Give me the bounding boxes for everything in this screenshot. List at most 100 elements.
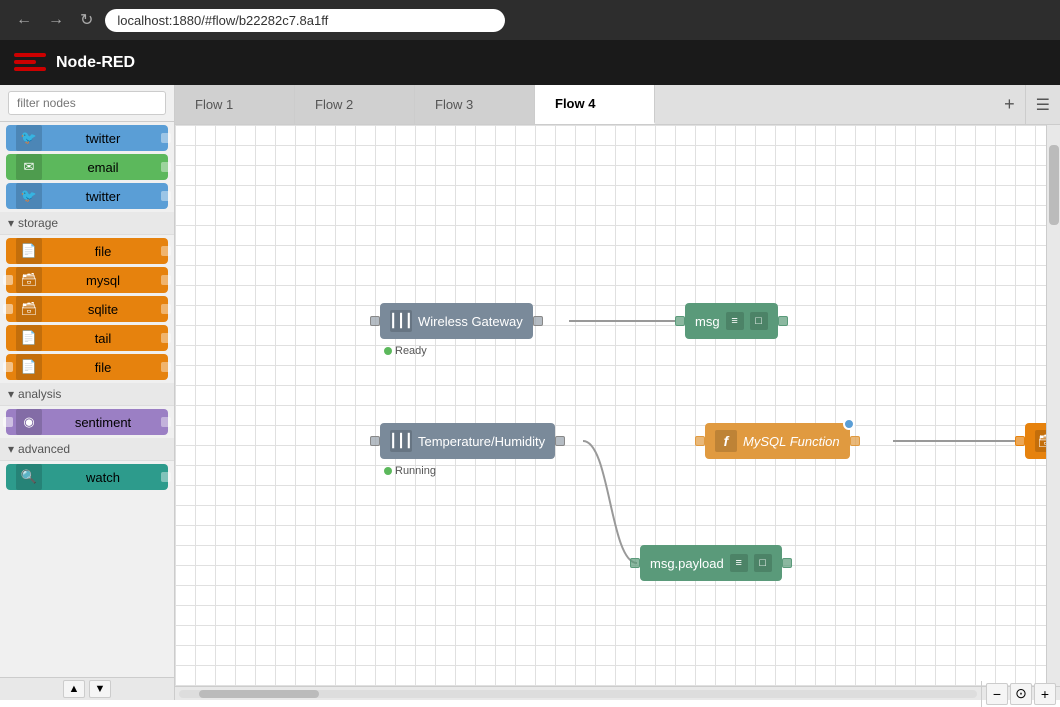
temp-humidity-inner: ┃┃┃ Temperature/Humidity: [380, 423, 555, 459]
temp-humidity-icon: ┃┃┃: [390, 430, 412, 452]
sqlite-label: sqlite: [48, 302, 158, 317]
sidebar-node-file1[interactable]: 📄 file: [6, 238, 168, 264]
msg-payload-label: msg.payload: [650, 556, 724, 571]
file1-label: file: [48, 244, 158, 259]
sidebar-node-twitter2[interactable]: 🐦 twitter: [6, 183, 168, 209]
mysql-db-node[interactable]: 🗃 mysql: [1015, 423, 1046, 459]
tab-flow2[interactable]: Flow 2: [295, 85, 415, 124]
sidebar-node-tail[interactable]: 📄 tail: [6, 325, 168, 351]
address-bar[interactable]: localhost:1880/#flow/b22282c7.8a1ff: [105, 9, 505, 32]
mysql-function-icon: f: [715, 430, 737, 452]
file2-port-right[interactable]: [161, 362, 171, 372]
mysql-function-port-left[interactable]: [695, 436, 705, 446]
logo-line-3: [14, 67, 46, 71]
zoom-in-button[interactable]: +: [1034, 683, 1056, 705]
mysql-function-node[interactable]: f MySQL Function: [695, 423, 860, 459]
mysql-port-left[interactable]: [3, 275, 13, 285]
temp-humidity-port-left[interactable]: [370, 436, 380, 446]
forward-button[interactable]: →: [44, 9, 68, 31]
msg-payload-node[interactable]: msg.payload ≡ □: [630, 545, 792, 581]
scrollbar-thumb[interactable]: [199, 690, 319, 698]
temp-humidity-node[interactable]: ┃┃┃ Temperature/Humidity Running: [370, 423, 565, 459]
file1-port-right[interactable]: [161, 246, 171, 256]
email-icon: ✉: [16, 154, 42, 180]
mysql-port-right[interactable]: [161, 275, 171, 285]
add-tab-button[interactable]: +: [994, 85, 1025, 124]
tab-flow1[interactable]: Flow 1: [175, 85, 295, 124]
sidebar-node-email[interactable]: ✉ email: [6, 154, 168, 180]
tab-menu-button[interactable]: ☰: [1025, 85, 1060, 124]
wireless-gateway-port-right[interactable]: [533, 316, 543, 326]
twitter2-port-right[interactable]: [161, 191, 171, 201]
tab-flow3[interactable]: Flow 3: [415, 85, 535, 124]
msg-close-icon[interactable]: □: [750, 312, 768, 330]
zoom-reset-button[interactable]: ⊙: [1010, 683, 1032, 705]
status-dot-ready: [384, 347, 392, 355]
mysql-function-label: MySQL Function: [743, 434, 840, 449]
right-scrollbar[interactable]: [1046, 125, 1060, 686]
mysql-label: mysql: [48, 273, 158, 288]
sentiment-icon: ◉: [16, 409, 42, 435]
sidebar-node-mysql[interactable]: 🗃 mysql: [6, 267, 168, 293]
mysql-db-icon: 🗃: [1035, 430, 1046, 452]
twitter1-label: twitter: [48, 131, 158, 146]
sqlite-port-left[interactable]: [3, 304, 13, 314]
sidebar-node-watch[interactable]: 🔍 watch: [6, 464, 168, 490]
sidebar-scroll-down[interactable]: ▼: [89, 680, 111, 698]
tab-flow4[interactable]: Flow 4: [535, 85, 655, 124]
app-header: Node-RED: [0, 40, 1060, 85]
mysql-db-port-left[interactable]: [1015, 436, 1025, 446]
back-button[interactable]: ←: [12, 9, 36, 31]
email-port-right[interactable]: [161, 162, 171, 172]
sidebar-category-storage[interactable]: ▾ storage: [0, 212, 174, 235]
status-dot-running: [384, 467, 392, 475]
advanced-label: advanced: [18, 442, 70, 456]
sidebar-node-file2[interactable]: 📄 file: [6, 354, 168, 380]
temp-humidity-port-right[interactable]: [555, 436, 565, 446]
sidebar-search-container: [0, 85, 174, 122]
scrollbar-track[interactable]: [179, 690, 977, 698]
msg-payload-close-icon[interactable]: □: [754, 554, 772, 572]
sentiment-port-right[interactable]: [161, 417, 171, 427]
sidebar-category-advanced[interactable]: ▾ advanced: [0, 438, 174, 461]
storage-label: storage: [18, 216, 58, 230]
analysis-label: analysis: [18, 387, 61, 401]
msg-port-right[interactable]: [778, 316, 788, 326]
msg-payload-port-left[interactable]: [630, 558, 640, 568]
wireless-gateway-port-left[interactable]: [370, 316, 380, 326]
search-input[interactable]: [8, 91, 166, 115]
temp-humidity-status: Running: [384, 465, 436, 477]
sidebar-node-sentiment[interactable]: ◉ sentiment: [6, 409, 168, 435]
sidebar-content: 🐦 twitter ✉ email 🐦 twitter: [0, 122, 174, 677]
sidebar-category-analysis[interactable]: ▾ analysis: [0, 383, 174, 406]
sentiment-port-left[interactable]: [3, 417, 13, 427]
msg-port-left[interactable]: [675, 316, 685, 326]
watch-icon: 🔍: [16, 464, 42, 490]
msg-payload-inner: msg.payload ≡ □: [640, 545, 782, 581]
file2-port-left[interactable]: [3, 362, 13, 372]
sidebar-node-sqlite[interactable]: 🗃 sqlite: [6, 296, 168, 322]
tail-port-right[interactable]: [161, 333, 171, 343]
tail-icon: 📄: [16, 325, 42, 351]
msg-payload-port-right[interactable]: [782, 558, 792, 568]
mysql-function-port-right[interactable]: [850, 436, 860, 446]
zoom-out-button[interactable]: −: [986, 683, 1008, 705]
right-scrollbar-thumb[interactable]: [1049, 145, 1059, 225]
refresh-button[interactable]: ↻: [76, 8, 97, 32]
tabs-bar: Flow 1 Flow 2 Flow 3 Flow 4 + ☰: [175, 85, 1060, 125]
wireless-gateway-status: Ready: [384, 345, 427, 357]
sentiment-label: sentiment: [48, 415, 158, 430]
msg-list-icon[interactable]: ≡: [726, 312, 744, 330]
wireless-gateway-node[interactable]: ┃┃┃ Wireless Gateway Ready: [370, 303, 543, 339]
wireless-gateway-inner: ┃┃┃ Wireless Gateway: [380, 303, 533, 339]
sqlite-port-right[interactable]: [161, 304, 171, 314]
msg-node[interactable]: msg ≡ □: [675, 303, 788, 339]
watch-port-right[interactable]: [161, 472, 171, 482]
sidebar-scroll-up[interactable]: ▲: [63, 680, 85, 698]
wireless-gateway-icon: ┃┃┃: [390, 310, 412, 332]
sidebar-node-twitter1[interactable]: 🐦 twitter: [6, 125, 168, 151]
twitter-icon: 🐦: [16, 125, 42, 151]
twitter1-port-right[interactable]: [161, 133, 171, 143]
canvas[interactable]: ┃┃┃ Wireless Gateway Ready msg ≡: [175, 125, 1046, 686]
msg-payload-list-icon[interactable]: ≡: [730, 554, 748, 572]
